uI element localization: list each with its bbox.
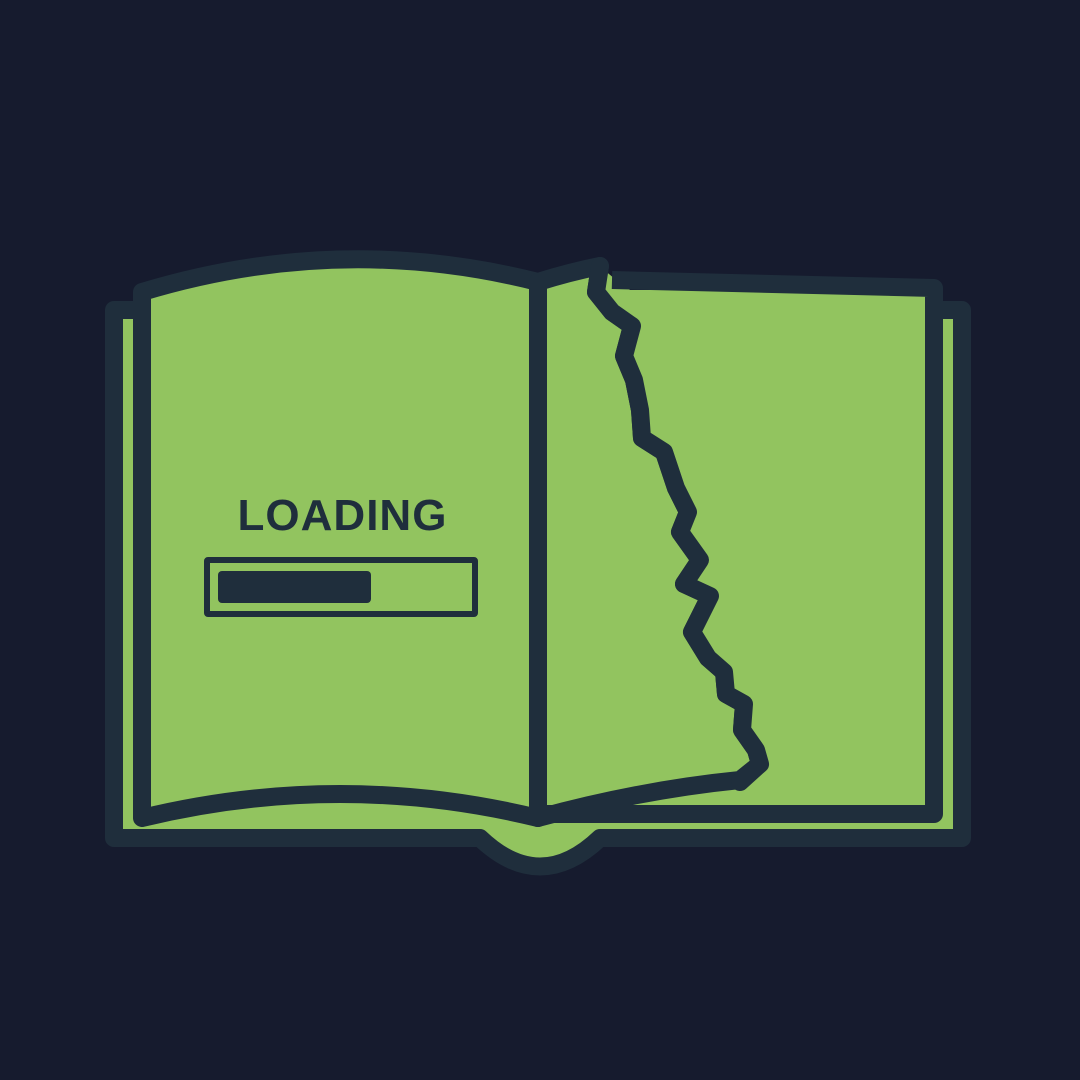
loading-progress-bar	[204, 557, 478, 617]
open-book-icon	[105, 250, 971, 876]
loading-screen: LOADING	[0, 0, 1080, 1080]
loading-progress-fill	[218, 571, 371, 603]
loading-label: LOADING	[237, 491, 448, 540]
